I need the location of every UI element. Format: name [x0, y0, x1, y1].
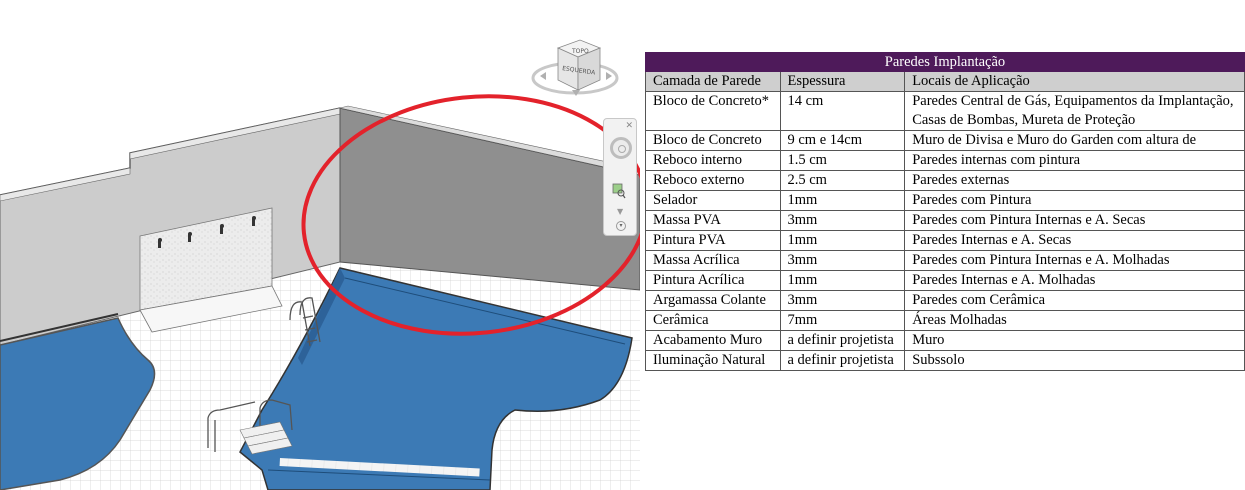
table-row: Iluminação Natural a definir projetista … — [645, 350, 1245, 371]
table-row: Reboco externo 2.5 cm Paredes externas — [645, 170, 1245, 191]
cell-espessura: 9 cm e 14cm — [779, 130, 906, 151]
table-row: Reboco interno 1.5 cm Paredes internas c… — [645, 150, 1245, 171]
table-row: Massa PVA 3mm Paredes com Pintura Intern… — [645, 210, 1245, 231]
cell-camada: Iluminação Natural — [645, 350, 781, 371]
column-header: Camada de Parede — [645, 71, 781, 92]
3d-viewport[interactable]: ESQUERDA TOPO ✕ ▼ ▾ — [0, 0, 640, 490]
cell-camada: Selador — [645, 190, 781, 211]
cell-locais: Paredes com Pintura Internas e A. Secas — [904, 210, 1245, 231]
cell-camada: Pintura Acrílica — [645, 270, 781, 291]
viewcube-top-label: TOPO — [571, 48, 589, 55]
cell-locais: Muro de Divisa e Muro do Garden com altu… — [904, 130, 1245, 151]
cell-camada: Argamassa Colante — [645, 290, 781, 311]
cell-locais: Subssolo — [904, 350, 1245, 371]
cell-espessura: 1mm — [779, 190, 906, 211]
cell-espessura: 3mm — [779, 210, 906, 231]
cell-camada: Reboco externo — [645, 170, 781, 191]
view-cube: ESQUERDA TOPO — [531, 39, 619, 96]
cell-espessura: 1.5 cm — [779, 150, 906, 171]
cell-espessura: a definir projetista — [779, 330, 906, 351]
cell-locais: Paredes Internas e A. Secas — [904, 230, 1245, 251]
table-row: Bloco de Concreto 9 cm e 14cm Muro de Di… — [645, 130, 1245, 151]
side-wall — [339, 107, 640, 291]
cell-locais: Paredes com Cerâmica — [904, 290, 1245, 311]
cell-camada: Massa Acrílica — [645, 250, 781, 271]
cell-camada: Bloco de Concreto — [645, 130, 781, 151]
table-row: Bloco de Concreto* 14 cm Paredes Central… — [645, 91, 1245, 131]
cell-locais: Paredes internas com pintura — [904, 150, 1245, 171]
wall-layers-table: Paredes Implantação Camada de Parede Esp… — [645, 52, 1245, 371]
cell-locais: Muro — [904, 330, 1245, 351]
cell-camada: Bloco de Concreto* — [645, 91, 781, 131]
cell-locais: Paredes externas — [904, 170, 1245, 191]
close-icon[interactable]: ✕ — [625, 121, 633, 131]
navigation-bar[interactable]: ✕ ▼ ▾ — [603, 118, 637, 236]
options-icon[interactable]: ▾ — [616, 221, 626, 231]
steering-wheel-icon[interactable] — [610, 137, 632, 159]
cell-locais: Paredes com Pintura — [904, 190, 1245, 211]
cell-espessura: 1mm — [779, 230, 906, 251]
cell-espessura: 14 cm — [779, 91, 906, 131]
cell-espessura: 1mm — [779, 270, 906, 291]
cell-locais: Paredes com Pintura Internas e A. Molhad… — [904, 250, 1245, 271]
cell-espessura: 3mm — [779, 250, 906, 271]
table-row: Cerâmica 7mm Áreas Molhadas — [645, 310, 1245, 331]
table-row: Pintura Acrílica 1mm Paredes Internas e … — [645, 270, 1245, 291]
column-header: Locais de Aplicação — [904, 71, 1245, 92]
cell-espessura: 7mm — [779, 310, 906, 331]
zoom-icon[interactable] — [612, 183, 626, 199]
table-row: Argamassa Colante 3mm Paredes com Cerâmi… — [645, 290, 1245, 311]
cell-camada: Cerâmica — [645, 310, 781, 331]
pool-area-3d-model: ESQUERDA TOPO — [0, 39, 640, 490]
wall-layers-table-container: Paredes Implantação Camada de Parede Esp… — [645, 52, 1245, 372]
header-row: Camada de Parede Espessura Locais de Apl… — [645, 71, 1245, 92]
table-title: Paredes Implantação — [645, 52, 1245, 72]
cell-espessura: a definir projetista — [779, 350, 906, 371]
cell-espessura: 3mm — [779, 290, 906, 311]
cell-camada: Acabamento Muro — [645, 330, 781, 351]
cell-locais: Paredes Central de Gás, Equipamentos da … — [904, 91, 1245, 131]
cell-locais: Áreas Molhadas — [904, 310, 1245, 331]
table-row: Massa Acrílica 3mm Paredes com Pintura I… — [645, 250, 1245, 271]
cell-espessura: 2.5 cm — [779, 170, 906, 191]
cell-locais: Paredes Internas e A. Molhadas — [904, 270, 1245, 291]
column-header: Espessura — [779, 71, 906, 92]
chevron-down-icon[interactable]: ▼ — [617, 207, 623, 216]
table-row: Selador 1mm Paredes com Pintura — [645, 190, 1245, 211]
cell-camada: Pintura PVA — [645, 230, 781, 251]
table-row: Pintura PVA 1mm Paredes Internas e A. Se… — [645, 230, 1245, 251]
table-row: Acabamento Muro a definir projetista Mur… — [645, 330, 1245, 351]
cell-camada: Massa PVA — [645, 210, 781, 231]
cell-camada: Reboco interno — [645, 150, 781, 171]
